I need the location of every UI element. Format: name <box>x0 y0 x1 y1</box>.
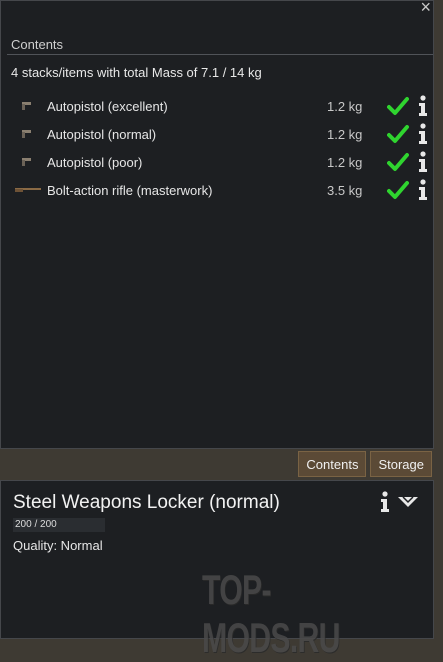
section-header: Contents <box>11 37 64 52</box>
info-icon[interactable] <box>416 95 430 117</box>
autopistol-icon <box>22 158 31 166</box>
tab-contents[interactable]: Contents <box>298 451 367 477</box>
item-mass: 3.5 kg <box>327 182 363 198</box>
list-item[interactable]: Autopistol (poor) 1.2 kg <box>13 149 433 175</box>
info-icon[interactable] <box>416 179 430 201</box>
hit-points-bar: 200 / 200 <box>13 518 105 532</box>
contents-panel: × Contents 4 stacks/items with total Mas… <box>0 0 434 449</box>
hit-points-text: 200 / 200 <box>15 519 57 530</box>
item-mass: 1.2 kg <box>327 154 363 170</box>
section-divider <box>7 54 433 55</box>
dropdown-arrow-icon[interactable] <box>397 495 419 509</box>
close-button[interactable]: × <box>420 0 431 16</box>
list-item[interactable]: Autopistol (excellent) 1.2 kg <box>13 93 433 119</box>
list-item[interactable]: Bolt-action rifle (masterwork) 3.5 kg <box>13 177 433 203</box>
watermark: TOP-MODS.RU <box>202 566 340 661</box>
quality-label: Quality: Normal <box>13 538 103 553</box>
info-icon[interactable] <box>416 123 430 145</box>
check-icon[interactable] <box>387 152 409 172</box>
contents-summary: 4 stacks/items with total Mass of 7.1 / … <box>11 65 262 80</box>
check-icon[interactable] <box>387 180 409 200</box>
inspect-tabs: Contents Storage <box>298 451 432 477</box>
item-mass: 1.2 kg <box>327 98 363 114</box>
info-icon[interactable] <box>416 151 430 173</box>
tab-storage[interactable]: Storage <box>370 451 432 477</box>
check-icon[interactable] <box>387 124 409 144</box>
check-icon[interactable] <box>387 96 409 116</box>
item-label: Autopistol (excellent) <box>47 98 168 114</box>
autopistol-icon <box>22 130 31 138</box>
item-mass: 1.2 kg <box>327 126 363 142</box>
list-item[interactable]: Autopistol (normal) 1.2 kg <box>13 121 433 147</box>
rifle-icon <box>15 188 41 192</box>
inspect-title: Steel Weapons Locker (normal) <box>13 492 280 513</box>
autopistol-icon <box>22 102 31 110</box>
info-icon[interactable] <box>378 491 392 513</box>
item-label: Autopistol (normal) <box>47 126 157 142</box>
item-label: Bolt-action rifle (masterwork) <box>47 182 213 198</box>
item-label: Autopistol (poor) <box>47 154 143 170</box>
